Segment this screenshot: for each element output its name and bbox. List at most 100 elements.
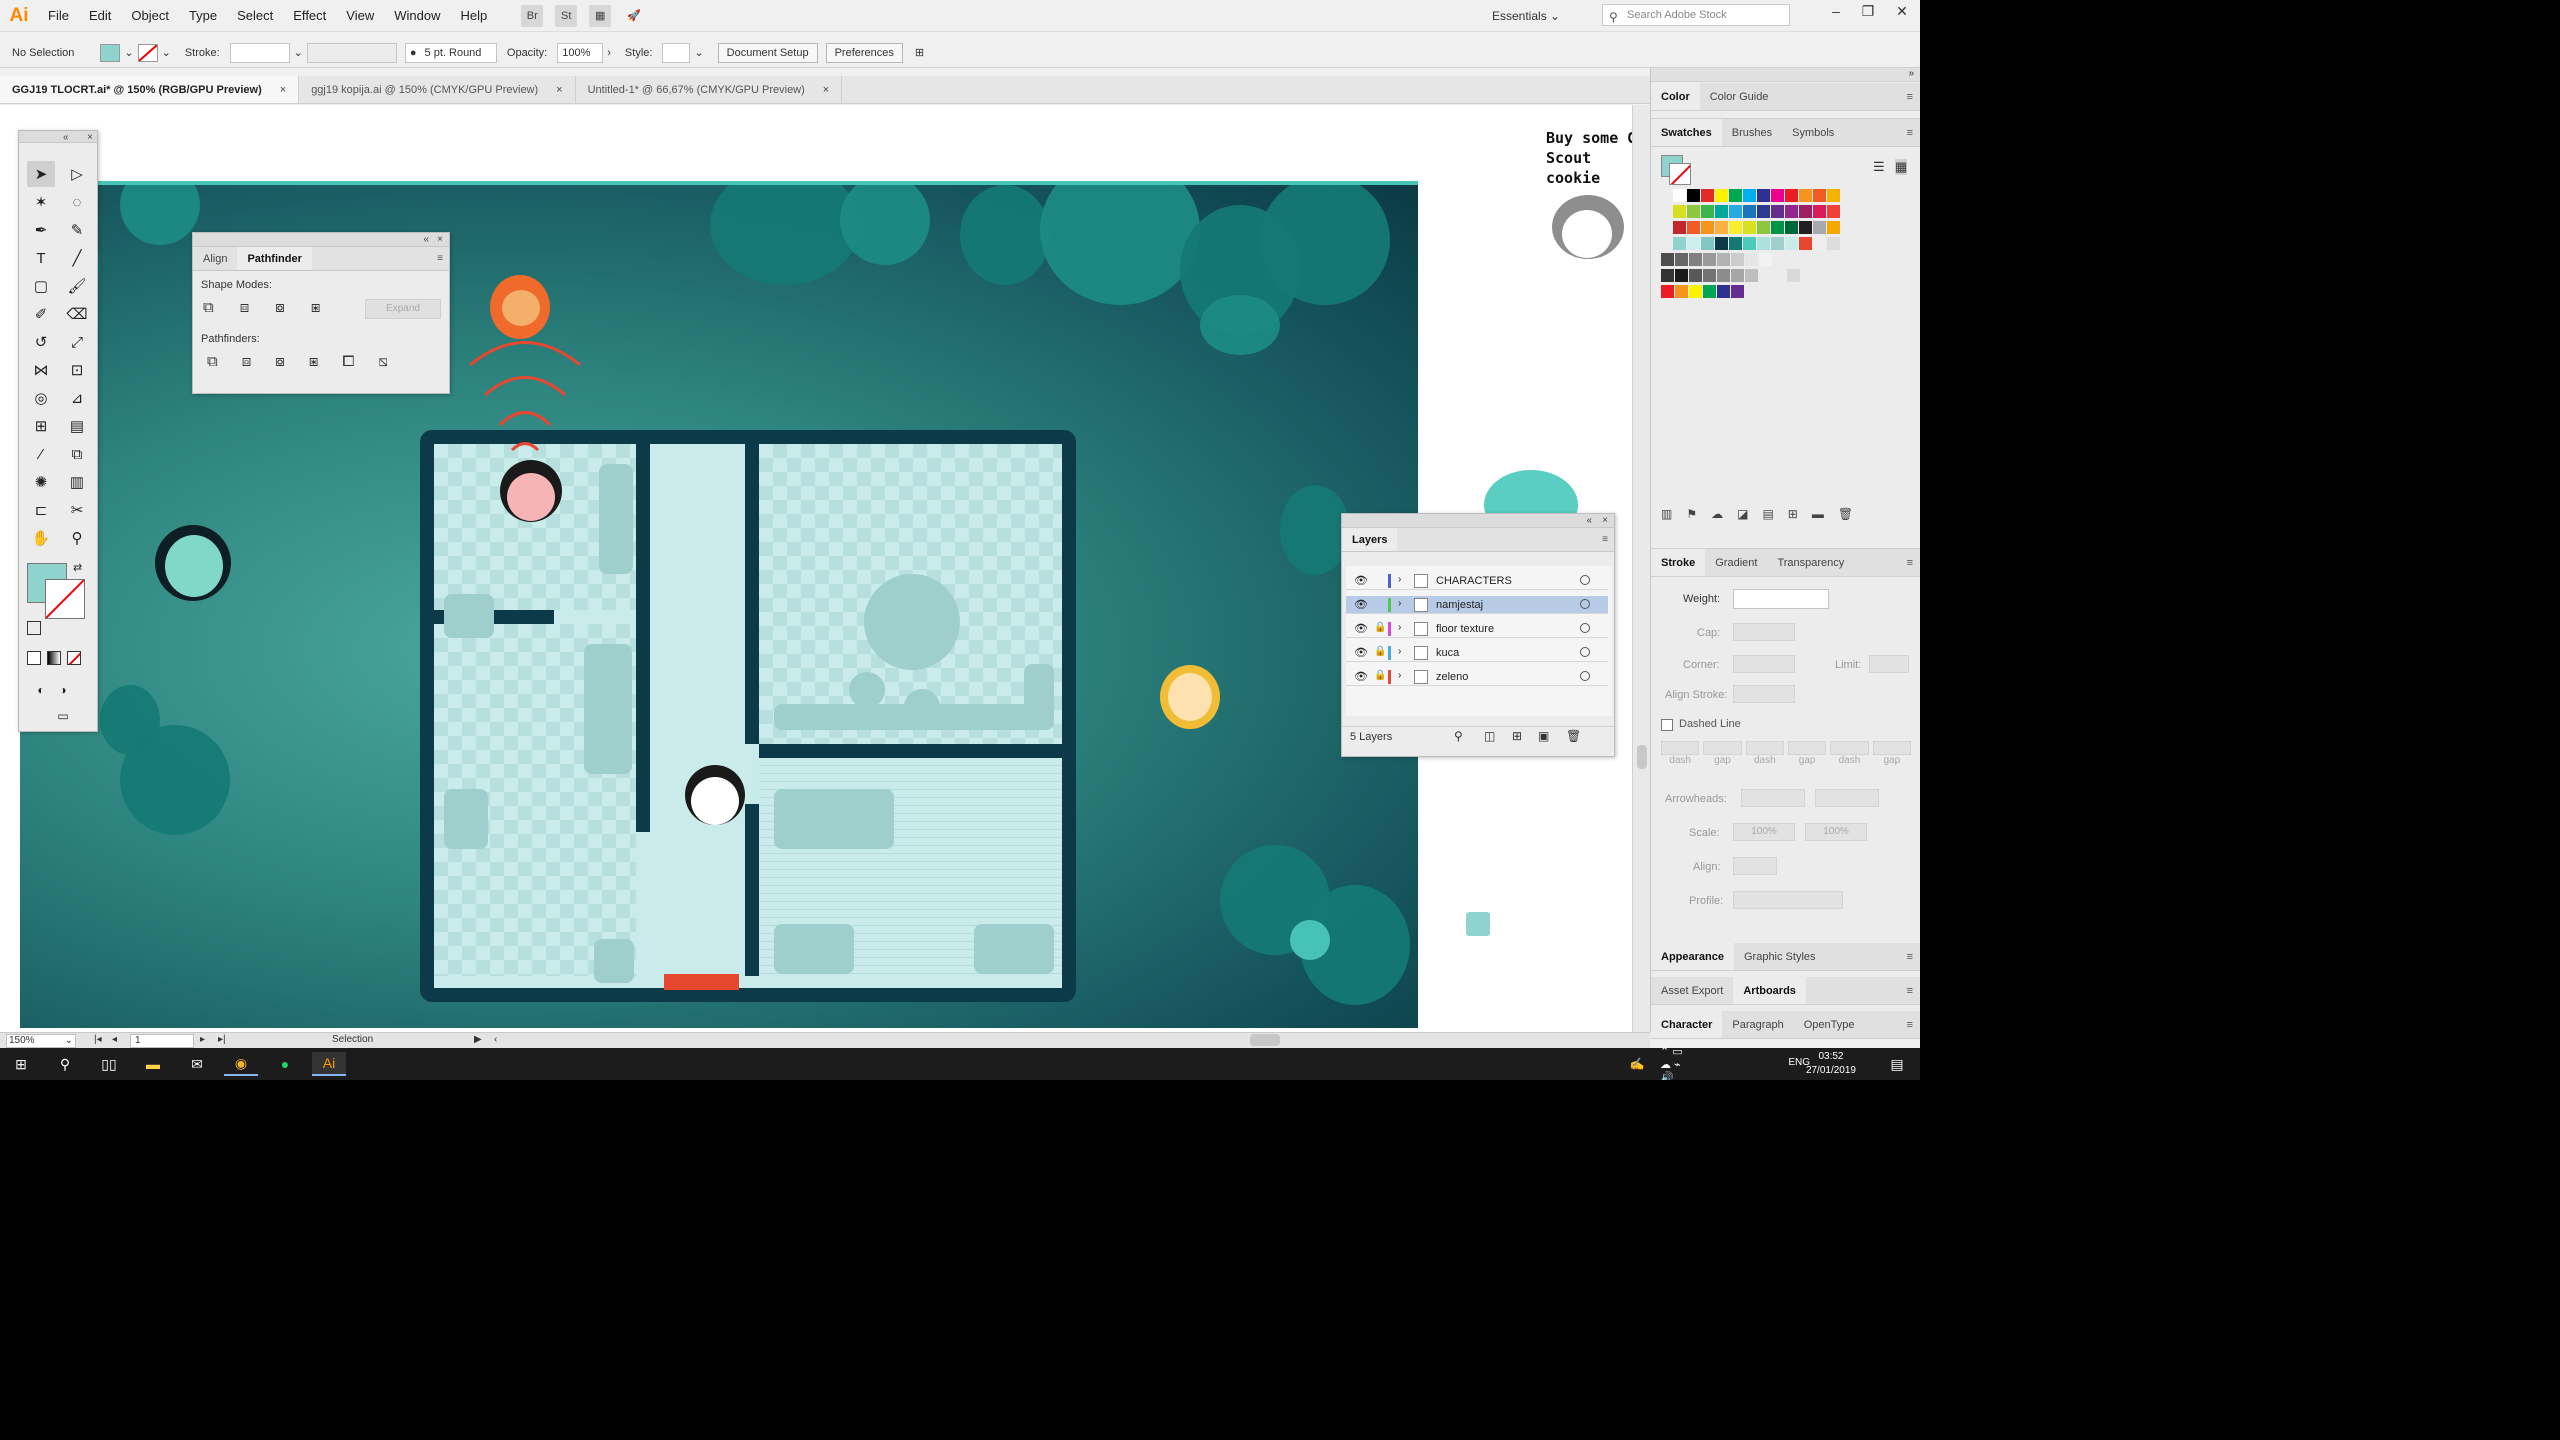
outline-icon[interactable]: ⧠ — [342, 353, 354, 370]
tab-align[interactable]: Align — [193, 247, 237, 270]
selection-tool-icon[interactable]: ➤ — [27, 161, 55, 187]
illustrator-icon[interactable]: Ai — [312, 1052, 346, 1076]
visibility-eye-icon[interactable]: 👁 — [1354, 646, 1368, 659]
color-swatch[interactable] — [1703, 269, 1716, 282]
color-swatch[interactable] — [1689, 269, 1702, 282]
layer-row[interactable]: 👁 🔒 › zeleno — [1346, 668, 1608, 686]
tab-character[interactable]: Character — [1651, 1011, 1723, 1038]
color-swatch[interactable] — [1701, 237, 1714, 250]
color-swatch[interactable] — [1785, 205, 1798, 218]
intersect-icon[interactable]: ⧇ — [275, 299, 285, 316]
tab-layers[interactable]: Layers — [1342, 528, 1398, 551]
new-swatch-icon[interactable]: ⊞ — [1788, 507, 1798, 525]
color-mode-icon[interactable] — [27, 651, 41, 665]
color-swatch[interactable] — [1745, 253, 1758, 266]
trash-icon[interactable]: 🗑 — [1566, 729, 1581, 743]
doc-tab-3[interactable]: Untitled-1* @ 66,67% (CMYK/GPU Preview) × — [576, 76, 843, 103]
visibility-eye-icon[interactable]: 👁 — [1354, 598, 1368, 611]
curvature-tool-icon[interactable]: ✎ — [63, 217, 91, 243]
color-swatch[interactable] — [1799, 189, 1812, 202]
screen-mode-icon[interactable]: ▭ — [49, 703, 77, 729]
menu-effect[interactable]: Effect — [283, 0, 336, 32]
color-swatch[interactable] — [1717, 269, 1730, 282]
color-swatch[interactable] — [1687, 221, 1700, 234]
menu-type[interactable]: Type — [179, 0, 227, 32]
color-swatch[interactable] — [1729, 189, 1742, 202]
panel-menu-icon[interactable]: ≡ — [1907, 1019, 1913, 1031]
tray-icons[interactable]: ⌃ ▭ ☁ ⌁ 🔊 — [1660, 1046, 1694, 1081]
close-icon[interactable]: × — [87, 131, 93, 144]
brush-select[interactable]: ● 5 pt. Round — [404, 42, 497, 63]
workspace-switcher[interactable]: Essentials ⌄ — [1492, 4, 1560, 28]
layer-target-icon[interactable] — [1580, 671, 1590, 681]
menu-file[interactable]: File — [38, 0, 79, 32]
color-swatch[interactable] — [1813, 237, 1826, 250]
layer-target-icon[interactable] — [1580, 599, 1590, 609]
doc-tab-2[interactable]: ggj19 kopija.ai @ 150% (CMYK/GPU Preview… — [299, 76, 576, 103]
mesh-tool-icon[interactable]: ⊞ — [27, 413, 55, 439]
panel-menu-icon[interactable]: ≡ — [437, 253, 443, 264]
vertical-scrollbar[interactable] — [1632, 105, 1650, 1032]
layer-row[interactable]: 👁 › namjestaj — [1346, 596, 1608, 614]
color-swatch[interactable] — [1673, 205, 1686, 218]
color-swatch[interactable] — [1673, 221, 1686, 234]
tab-paragraph[interactable]: Paragraph — [1722, 1011, 1793, 1038]
layer-target-icon[interactable] — [1580, 623, 1590, 633]
variable-width-select[interactable] — [306, 42, 397, 63]
color-swatch[interactable] — [1675, 253, 1688, 266]
tab-stroke[interactable]: Stroke — [1651, 549, 1706, 576]
fill-swatch[interactable] — [100, 43, 121, 62]
layer-row[interactable]: 👁 🔒 › floor texture — [1346, 620, 1608, 638]
width-tool-icon[interactable]: ⋈ — [27, 357, 55, 383]
color-swatch[interactable] — [1799, 205, 1812, 218]
bridge-icon[interactable]: Br — [521, 4, 544, 27]
tab-color[interactable]: Color — [1651, 83, 1700, 110]
paintbrush-tool-icon[interactable]: 🖌 — [63, 273, 91, 299]
locate-object-icon[interactable]: ⚲ — [1454, 729, 1463, 743]
visibility-eye-icon[interactable]: 👁 — [1354, 670, 1368, 683]
color-swatch[interactable] — [1731, 253, 1744, 266]
slice-tool-icon[interactable]: ✂ — [63, 497, 91, 523]
lasso-tool-icon[interactable]: ◌ — [63, 189, 91, 215]
color-swatch[interactable] — [1687, 237, 1700, 250]
gradient-tool-icon[interactable]: ▤ — [63, 413, 91, 439]
chevron-down-icon[interactable]: ⌄ — [694, 46, 703, 59]
crop-icon[interactable]: ⧆ — [309, 353, 319, 370]
folder-icon[interactable]: ▬ — [1812, 507, 1824, 525]
color-swatch[interactable] — [1787, 269, 1800, 282]
search-icon[interactable]: ⚲ — [48, 1052, 82, 1076]
tab-brushes[interactable]: Brushes — [1722, 119, 1782, 146]
magic-wand-tool-icon[interactable]: ✶ — [27, 189, 55, 215]
expand-chevron-icon[interactable]: › — [1398, 622, 1401, 633]
chevron-down-icon[interactable]: ⌄ — [294, 46, 303, 59]
color-swatch[interactable] — [1729, 237, 1742, 250]
color-swatch[interactable] — [1827, 189, 1840, 202]
free-transform-tool-icon[interactable]: ⊡ — [63, 357, 91, 383]
tab-symbols[interactable]: Symbols — [1782, 119, 1844, 146]
task-view-icon[interactable]: ▯▯ — [92, 1052, 126, 1076]
panel-menu-icon[interactable]: ≡ — [1907, 557, 1913, 569]
color-swatch[interactable] — [1689, 253, 1702, 266]
color-swatch[interactable] — [1771, 189, 1784, 202]
lock-icon[interactable]: 🔒 — [1374, 646, 1386, 657]
minus-front-icon[interactable]: ⧈ — [240, 299, 250, 316]
panel-grip[interactable]: «× — [193, 233, 449, 247]
color-swatch[interactable] — [1813, 205, 1826, 218]
swatch-library-icon[interactable]: ▥ — [1661, 507, 1672, 525]
graphic-style-select[interactable] — [662, 42, 691, 63]
status-menu-icon[interactable]: ▶ — [474, 1034, 482, 1045]
visibility-eye-icon[interactable]: 👁 — [1354, 622, 1368, 635]
panel-menu-icon[interactable]: ≡ — [1907, 985, 1913, 997]
exclude-icon[interactable]: ⧆ — [311, 299, 321, 316]
symbol-sprayer-tool-icon[interactable]: ✺ — [27, 469, 55, 495]
next-artboard-icon[interactable]: ▸ — [200, 1034, 205, 1045]
tab-appearance[interactable]: Appearance — [1651, 943, 1734, 970]
prev-artboard-icon[interactable]: ◂ — [112, 1034, 117, 1045]
color-swatch[interactable] — [1703, 253, 1716, 266]
expand-chevron-icon[interactable]: › — [1398, 574, 1401, 585]
close-icon[interactable]: × — [1602, 514, 1608, 527]
tab-artboards[interactable]: Artboards — [1733, 977, 1806, 1004]
tab-graphic-styles[interactable]: Graphic Styles — [1734, 943, 1826, 970]
close-icon[interactable]: ✕ — [1884, 0, 1920, 22]
type-tool-icon[interactable]: T — [27, 245, 55, 271]
